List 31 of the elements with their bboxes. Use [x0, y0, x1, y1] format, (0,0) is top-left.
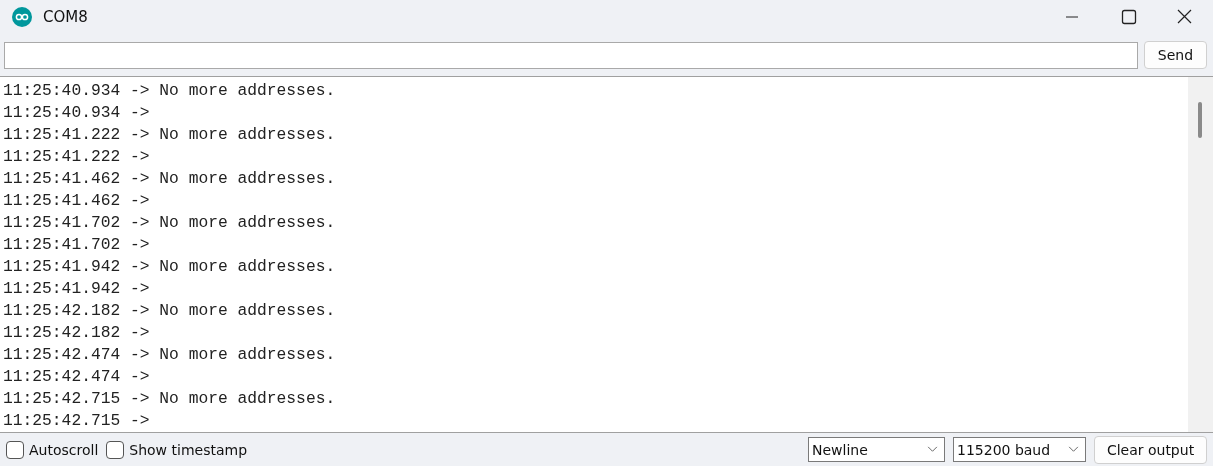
- output-line: 11:25:42.182 ->: [3, 322, 151, 344]
- chevron-down-icon: [1068, 446, 1079, 453]
- clear-output-button[interactable]: Clear output: [1094, 435, 1207, 464]
- scrollbar-thumb[interactable]: [1198, 102, 1202, 138]
- output-line: 11:25:42.474 ->: [3, 366, 151, 388]
- chevron-down-icon: [927, 446, 938, 453]
- checkbox[interactable]: [6, 440, 24, 459]
- message-input-field[interactable]: [4, 41, 1138, 69]
- send-button[interactable]: Send: [1144, 41, 1207, 69]
- app-logo-icon: [12, 7, 32, 27]
- output-line: 11:25:40.934 -> No more addresses.: [3, 80, 337, 102]
- output-line: 11:25:41.462 ->: [3, 190, 151, 212]
- output-line: 11:25:41.942 ->: [3, 278, 151, 300]
- output-line: 11:25:42.182 -> No more addresses.: [3, 300, 337, 322]
- output-line: 11:25:41.222 -> No more addresses.: [3, 124, 337, 146]
- output-line: 11:25:42.715 ->: [3, 410, 151, 432]
- output-line: 11:25:41.222 ->: [3, 146, 151, 168]
- checkbox-label: Autoscroll: [29, 441, 99, 458]
- checkbox-label: Show timestamp: [129, 441, 248, 458]
- line-ending-dropdown[interactable]: Newline: [808, 437, 945, 462]
- output-line: 11:25:42.715 -> No more addresses.: [3, 388, 337, 410]
- output-line: 11:25:42.474 -> No more addresses.: [3, 344, 337, 366]
- checkbox[interactable]: [106, 440, 125, 459]
- window-title: COM8: [43, 8, 88, 26]
- output-line: 11:25:41.942 -> No more addresses.: [3, 256, 337, 278]
- output-line: 11:25:41.702 -> No more addresses.: [3, 212, 337, 234]
- output-line: 11:25:41.462 -> No more addresses.: [3, 168, 337, 190]
- output-line: 11:25:41.702 ->: [3, 234, 151, 256]
- scrollbar[interactable]: [1188, 77, 1213, 432]
- baud-rate-dropdown[interactable]: 115200 baud: [953, 437, 1086, 462]
- output-line: 11:25:40.934 ->: [3, 102, 151, 124]
